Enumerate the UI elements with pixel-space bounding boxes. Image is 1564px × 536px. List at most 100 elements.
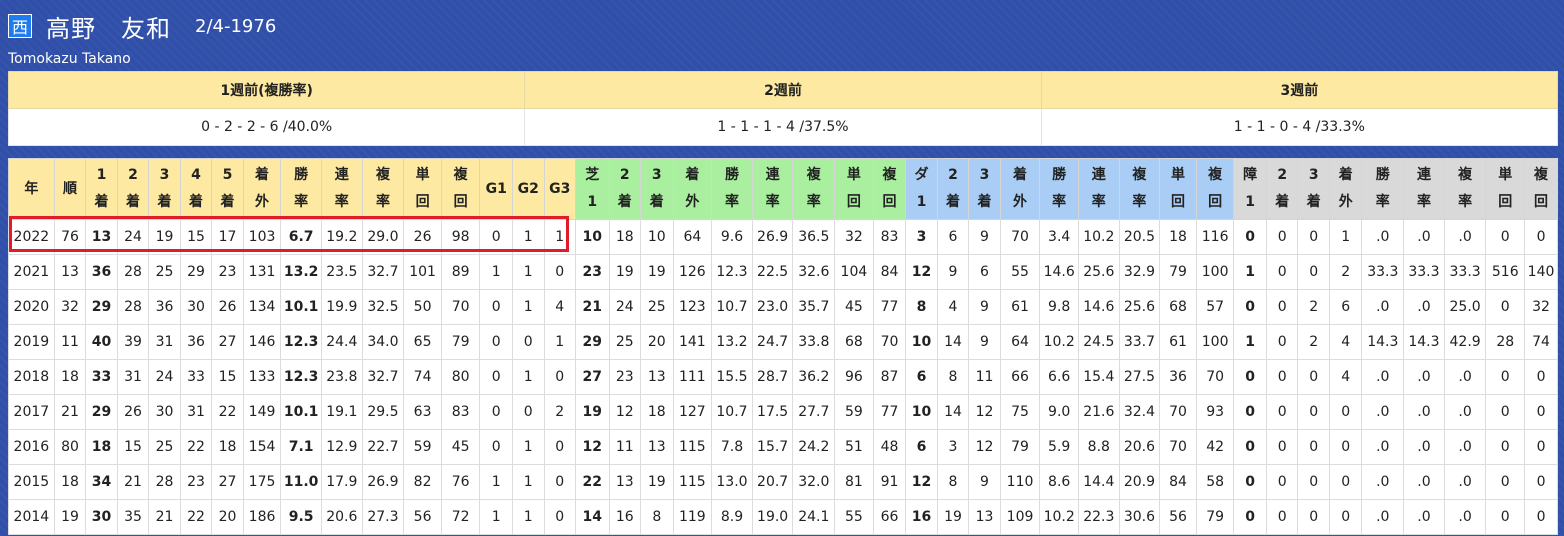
stats-year-cell: 2022 <box>8 219 55 255</box>
stats-row: 2017 21 29 26 30 31 22 149 10.1 19.1 29.5 63 83 0 0 2 19… <box>8 394 1558 430</box>
stats-cell: 33.3 <box>1443 254 1487 290</box>
stats-cell: 0 <box>1485 219 1526 255</box>
stats-cell: .0 <box>1443 499 1487 535</box>
stats-cell: 0 <box>1297 394 1330 430</box>
stats-year-cell: 2018 <box>8 359 55 395</box>
stats-cell: 0 <box>1233 219 1267 255</box>
stats-cell: .0 <box>1403 499 1445 535</box>
stats-cell: 0 <box>1233 394 1267 430</box>
stats-cell: 0 <box>1297 254 1330 290</box>
stats-cell: 77 <box>872 289 907 325</box>
jockey-header: 西 高野 友和 2/4-1976 <box>8 8 276 44</box>
stats-cell: 57 <box>1195 289 1235 325</box>
stats-cell: 1 <box>479 499 513 535</box>
stats-cell: 74 <box>1524 324 1558 360</box>
stats-cell: 7.8 <box>711 429 753 465</box>
stats-cell: 29 <box>575 324 610 360</box>
stats-cell: 116 <box>1195 219 1235 255</box>
week3-header: 3週前 <box>1040 71 1559 109</box>
stats-col-header: 2着 <box>1265 158 1299 220</box>
stats-cell: 19 <box>53 499 87 535</box>
stats-cell: 13.2 <box>280 254 322 290</box>
stats-cell: 12 <box>608 394 642 430</box>
stats-cell: 3.4 <box>1039 219 1079 255</box>
stats-cell: 133 <box>242 359 282 395</box>
stats-col-header: 複回 <box>872 158 907 220</box>
stats-row: 2021 13 36 28 25 29 23 131 13.2 23.5 32.7 101 89 1 1 0 2… <box>8 254 1558 290</box>
stats-cell: 134 <box>242 289 282 325</box>
stats-cell: 0 <box>479 219 513 255</box>
stats-col-header: 連率 <box>1403 158 1445 220</box>
stats-col-header: 単回 <box>1159 158 1197 220</box>
stats-cell: .0 <box>1443 464 1487 500</box>
stats-col-header: 順 <box>53 158 87 220</box>
stats-cell: .0 <box>1403 394 1445 430</box>
stats-cell: .0 <box>1403 429 1445 465</box>
stats-cell: 2 <box>543 394 576 430</box>
stats-cell: 1 <box>512 499 545 535</box>
stats-cell: 21 <box>116 464 150 500</box>
stats-cell: 19 <box>608 254 642 290</box>
stats-cell: 0 <box>1233 464 1267 500</box>
stats-cell: 0 <box>1328 499 1363 535</box>
stats-cell: 3 <box>936 429 970 465</box>
stats-cell: 32 <box>53 289 87 325</box>
stats-cell: 0 <box>479 324 513 360</box>
stats-cell: 14.3 <box>1361 324 1405 360</box>
stats-cell: 140 <box>1524 254 1558 290</box>
stats-cell: 64 <box>999 324 1041 360</box>
stats-cell: 14 <box>936 394 970 430</box>
stats-col-header: 3着 <box>968 158 1001 220</box>
stats-cell: 29 <box>85 394 118 430</box>
stats-col-header: 複率 <box>1443 158 1487 220</box>
stats-cell: 34.0 <box>361 324 405 360</box>
stats-cell: 103 <box>242 219 282 255</box>
stats-cell: 13 <box>85 219 118 255</box>
stats-cell: 93 <box>1195 394 1235 430</box>
stats-cell: 84 <box>1159 464 1197 500</box>
stats-row: 2014 19 30 35 21 22 20 186 9.5 20.6 27.3 56 72 1 1 0 14 1… <box>8 499 1558 535</box>
stats-cell: 76 <box>440 464 481 500</box>
stats-cell: 79 <box>440 324 481 360</box>
stats-cell: 6.7 <box>280 219 322 255</box>
stats-cell: 65 <box>403 324 442 360</box>
stats-cell: 23.0 <box>751 289 794 325</box>
stats-row: 2019 11 40 39 31 36 27 146 12.3 24.4 34.0 65 79 0 0 1 29… <box>8 324 1558 360</box>
stats-cell: 10 <box>640 219 674 255</box>
stats-cell: 36.5 <box>792 219 836 255</box>
stats-cell: .0 <box>1361 359 1405 395</box>
stats-cell: 80 <box>53 429 87 465</box>
stats-cell: 0 <box>479 359 513 395</box>
stats-cell: 0 <box>1265 289 1299 325</box>
stats-cell: 0 <box>543 359 576 395</box>
stats-cell: 15.5 <box>711 359 753 395</box>
stats-cell: 87 <box>872 359 907 395</box>
stats-cell: 1 <box>1233 324 1267 360</box>
stats-cell: 9.6 <box>711 219 753 255</box>
stats-cell: 516 <box>1485 254 1526 290</box>
stats-cell: 28 <box>148 464 181 500</box>
stats-cell: 70 <box>1195 359 1235 395</box>
stats-year-cell: 2019 <box>8 324 55 360</box>
stats-cell: 10 <box>905 394 938 430</box>
stats-cell: 1 <box>512 359 545 395</box>
stats-cell: 12 <box>968 429 1001 465</box>
stats-cell: 24.2 <box>792 429 836 465</box>
stats-cell: 15.4 <box>1077 359 1120 395</box>
stats-cell: 28 <box>116 254 150 290</box>
stats-cell: 10.7 <box>711 289 753 325</box>
stats-cell: 10.7 <box>711 394 753 430</box>
stats-cell: 0 <box>512 324 545 360</box>
stats-cell: 12 <box>968 394 1001 430</box>
stats-cell: 12.9 <box>320 429 363 465</box>
stats-cell: 55 <box>834 499 874 535</box>
stats-cell: .0 <box>1403 359 1445 395</box>
stats-cell: 0 <box>1233 429 1267 465</box>
stats-cell: 36 <box>1159 359 1197 395</box>
stats-col-header: 複率 <box>1118 158 1161 220</box>
stats-cell: 0 <box>1524 359 1558 395</box>
stats-cell: 83 <box>440 394 481 430</box>
stats-cell: 20.6 <box>320 499 363 535</box>
stats-cell: 39 <box>116 324 150 360</box>
stats-year-cell: 2015 <box>8 464 55 500</box>
